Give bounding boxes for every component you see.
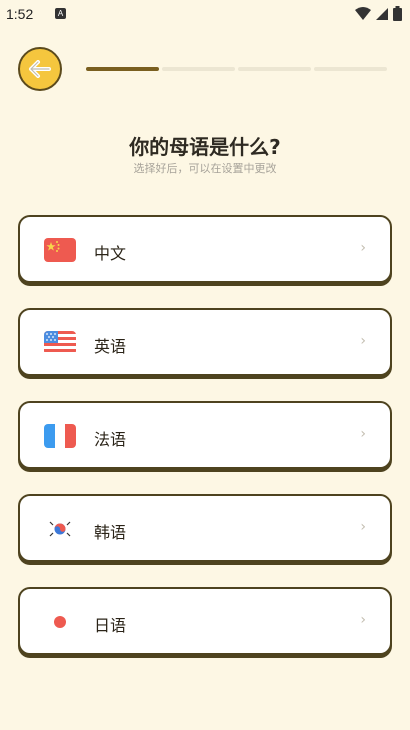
chevron-right-icon: ›	[360, 426, 366, 442]
progress-bar	[86, 67, 387, 71]
japan-flag-icon	[44, 610, 76, 634]
chevron-right-icon: ›	[360, 240, 366, 256]
progress-segment-2	[162, 67, 235, 71]
signal-icon	[376, 7, 388, 20]
wifi-icon	[355, 6, 371, 20]
progress-segment-3	[238, 67, 311, 71]
status-bar: 1:52 A	[0, 0, 410, 28]
progress-segment-1	[86, 67, 159, 71]
option-label: 中文	[94, 244, 127, 263]
notification-icon: A	[55, 8, 66, 19]
option-korean[interactable]: 韩语 ›	[18, 494, 392, 562]
option-label: 法语	[94, 430, 127, 449]
page-subtitle: 选择好后，可以在设置中更改	[133, 162, 277, 175]
option-label: 韩语	[94, 523, 127, 542]
battery-icon	[393, 6, 402, 21]
progress-segment-4	[314, 67, 387, 71]
status-time: 1:52	[6, 6, 34, 22]
option-chinese[interactable]: 中文 ›	[18, 215, 392, 283]
china-flag-icon	[44, 238, 76, 262]
option-label: 日语	[94, 616, 127, 635]
page-title: 你的母语是什么?	[129, 135, 281, 159]
usa-flag-icon	[44, 331, 76, 355]
korea-flag-icon	[44, 517, 76, 541]
back-button[interactable]	[18, 47, 62, 91]
chevron-right-icon: ›	[360, 519, 366, 535]
option-english[interactable]: 英语 ›	[18, 308, 392, 376]
option-label: 英语	[94, 337, 127, 356]
option-french[interactable]: 法语 ›	[18, 401, 392, 469]
option-japanese[interactable]: 日语 ›	[18, 587, 392, 655]
france-flag-icon	[44, 424, 76, 448]
back-arrow-icon	[29, 60, 51, 78]
chevron-right-icon: ›	[360, 333, 366, 349]
status-icons	[355, 6, 402, 21]
notification-badge: A	[57, 9, 64, 18]
chevron-right-icon: ›	[360, 612, 366, 628]
